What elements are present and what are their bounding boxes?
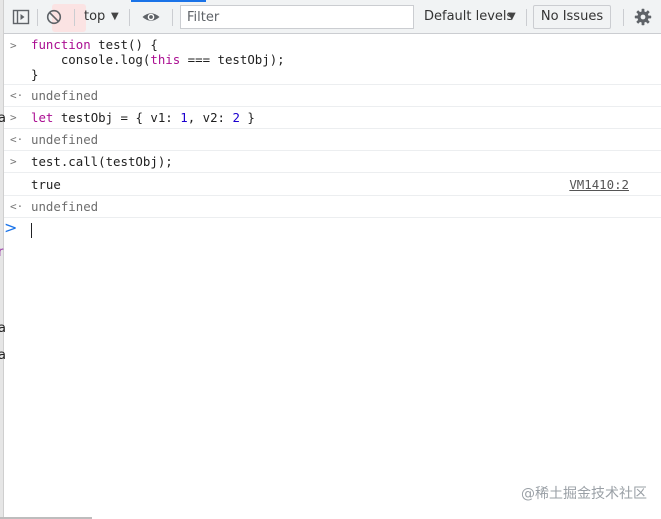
active-tab-indicator (131, 0, 206, 2)
source-link[interactable]: VM1410:2 (569, 177, 629, 192)
console-output: > function test() { console.log(this ===… (4, 34, 661, 242)
result-arrow-icon: <· (10, 200, 24, 213)
input-chevron-icon: > (10, 111, 17, 124)
toolbar-separator (172, 9, 173, 26)
console-input-entry: > let testObj = { v1: 1, v2: 2 } (4, 107, 661, 129)
toolbar-separator (37, 9, 38, 26)
text-cursor (31, 223, 32, 238)
result-value: undefined (31, 199, 99, 214)
console-prompt[interactable]: > (4, 218, 661, 242)
sidebar-toggle-icon[interactable] (12, 8, 30, 26)
clear-console-icon[interactable] (45, 8, 63, 26)
prompt-chevron-icon: > (4, 218, 18, 237)
devtools-console-window: a r a a top ▼ Filter Default levels ▼ No… (0, 0, 661, 519)
input-chevron-icon: > (10, 39, 17, 52)
console-toolbar: top ▼ Default levels ▼ No Issues (4, 0, 661, 34)
console-result-entry: <· undefined (4, 85, 661, 107)
console-input-entry: > test.call(testObj); (4, 151, 661, 173)
context-selector[interactable]: top (84, 8, 105, 26)
toolbar-separator (74, 9, 75, 26)
code-line: test.call(testObj); (31, 154, 173, 169)
toolbar-separator (623, 9, 624, 26)
code-line: function test() { (31, 37, 158, 52)
result-value: undefined (31, 88, 99, 103)
log-levels-dropdown[interactable]: Default levels (424, 8, 513, 26)
watermark: @稀土掘金技术社区 (521, 486, 647, 502)
console-result-entry: <· undefined (4, 196, 661, 218)
console-input-entry: > function test() { console.log(this ===… (4, 34, 661, 85)
toolbar-separator (526, 9, 527, 26)
gear-icon[interactable] (634, 8, 652, 26)
input-chevron-icon: > (10, 155, 17, 168)
edge-fragment: a (0, 321, 6, 336)
result-arrow-icon: <· (10, 89, 24, 102)
toolbar-separator (129, 9, 130, 26)
eye-icon[interactable] (141, 8, 160, 26)
console-log-entry: true VM1410:2 (4, 173, 661, 196)
result-arrow-icon: <· (10, 133, 24, 146)
code-line: } (31, 67, 39, 82)
filter-input[interactable] (180, 5, 414, 29)
edge-fragment: a (0, 348, 6, 363)
result-value: undefined (31, 132, 99, 147)
log-message: true (31, 177, 61, 192)
issues-button[interactable]: No Issues (533, 5, 611, 29)
chevron-down-icon: ▼ (111, 11, 119, 22)
code-line: console.log(this === testObj); (31, 52, 285, 67)
edge-fragment: r (0, 245, 4, 260)
code-line: let testObj = { v1: 1, v2: 2 } (31, 110, 255, 125)
chevron-down-icon: ▼ (508, 11, 516, 22)
console-result-entry: <· undefined (4, 129, 661, 151)
